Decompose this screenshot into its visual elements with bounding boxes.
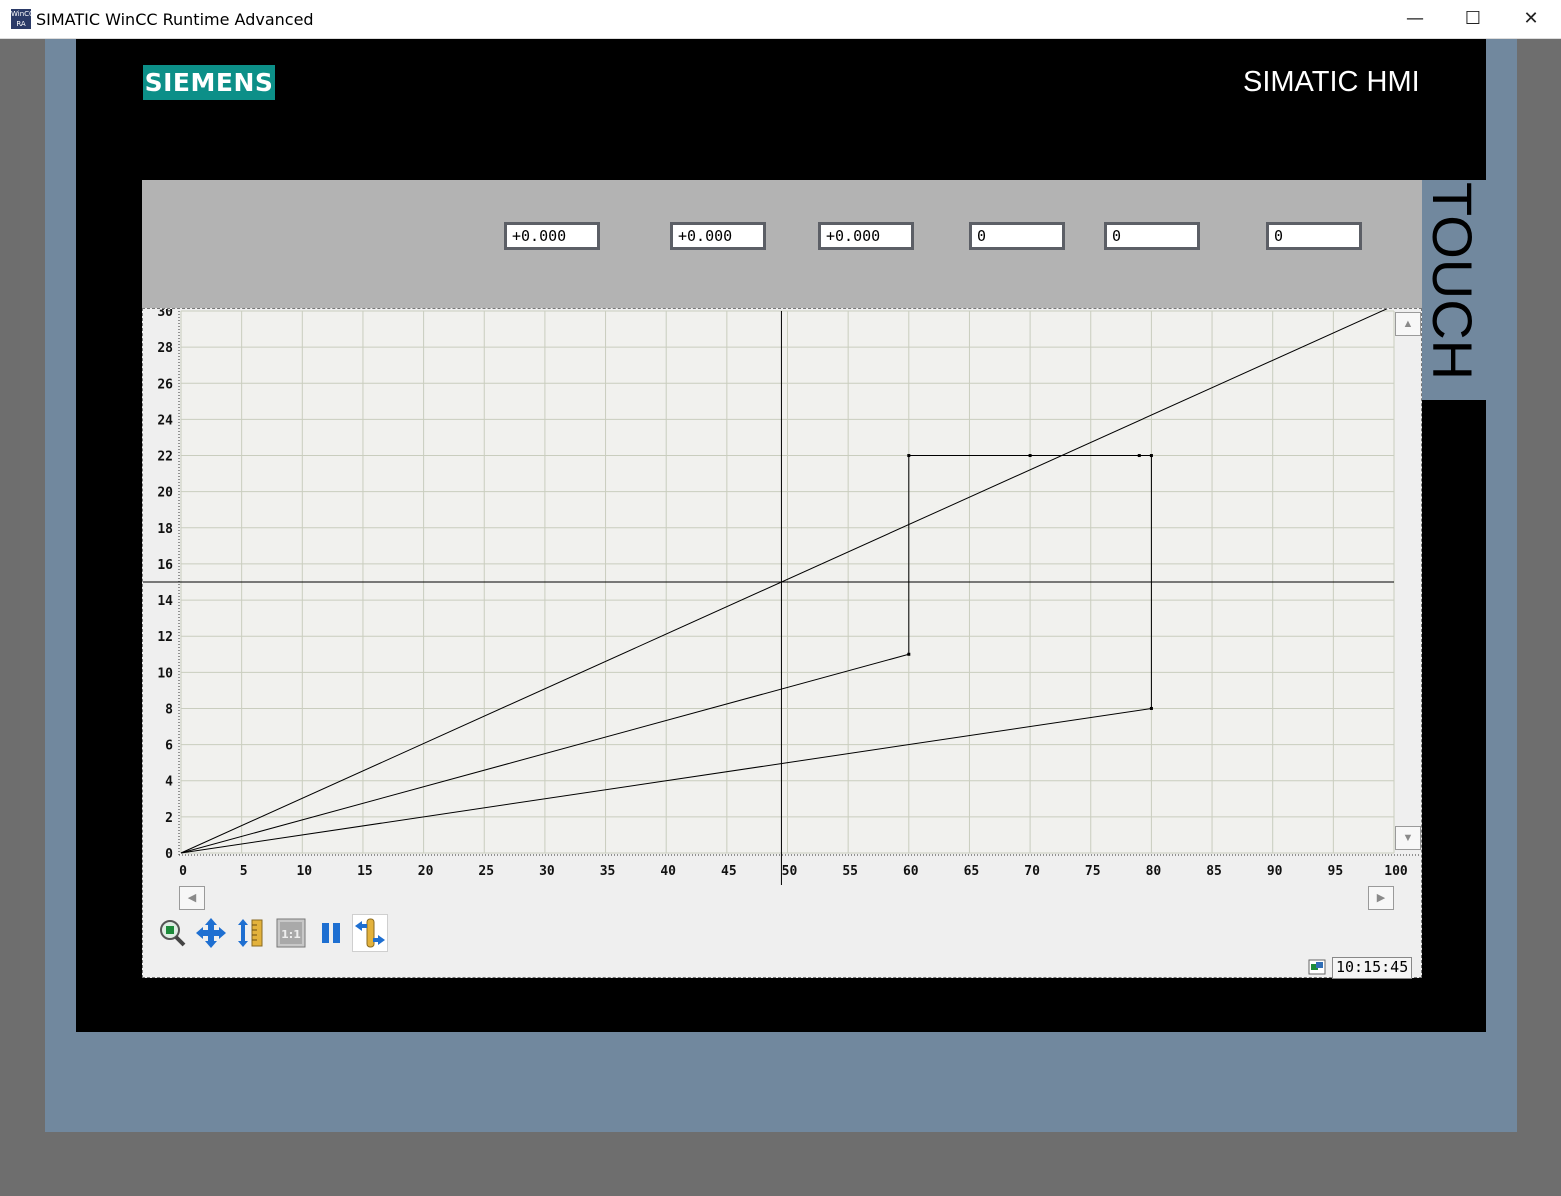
io-field-6[interactable]: 0 [1266, 222, 1362, 250]
trend-point-marker [1149, 706, 1153, 710]
y-tick-label: 0 [165, 847, 173, 862]
io-field-4[interactable]: 0 [969, 222, 1065, 250]
x-tick-label: 75 [1085, 864, 1101, 879]
zoom-icon[interactable] [154, 914, 190, 952]
x-tick-label: 70 [1024, 864, 1040, 879]
minimize-button[interactable]: — [1386, 0, 1444, 38]
x-tick-label: 50 [782, 864, 798, 879]
x-tick-label: 85 [1206, 864, 1222, 879]
x-tick-label: 45 [721, 864, 737, 879]
y-tick-label: 10 [157, 666, 173, 681]
io-field-1[interactable]: +0.000 [504, 222, 600, 250]
x-tick-label: 30 [539, 864, 555, 879]
x-tick-label: 55 [842, 864, 858, 879]
y-tick-label: 12 [157, 630, 173, 645]
trend-point-marker [907, 652, 911, 656]
x-tick-label: 20 [418, 864, 434, 879]
trend-point-marker [1028, 454, 1032, 458]
x-tick-label: 80 [1146, 864, 1162, 879]
scroll-left-button[interactable]: ◀ [179, 886, 205, 910]
close-button[interactable]: ✕ [1502, 0, 1560, 38]
y-tick-label: 28 [157, 341, 173, 356]
x-tick-label: 95 [1328, 864, 1344, 879]
y-tick-label: 2 [165, 811, 173, 826]
svg-text:1:1: 1:1 [281, 928, 301, 941]
x-tick-label: 40 [660, 864, 676, 879]
x-tick-label: 15 [357, 864, 373, 879]
io-field-3[interactable]: +0.000 [818, 222, 914, 250]
y-tick-label: 26 [157, 377, 173, 392]
product-label: SIMATIC HMI [1243, 66, 1420, 98]
y-tick-label: 30 [157, 309, 173, 320]
y-tick-label: 4 [165, 775, 173, 790]
y-tick-label: 6 [165, 739, 173, 754]
f-x-trend-view[interactable]: 0 5 10 15 20 25 30 35 40 45 50 55 60 65 70 75 80 85 90 95 10… [142, 308, 1422, 978]
pause-icon[interactable] [313, 914, 349, 952]
trend-chart: 0 5 10 15 20 25 30 35 40 45 50 55 60 65 70 75 80 85 90 95 10… [143, 309, 1421, 885]
x-tick-label: 10 [296, 864, 312, 879]
io-field-2[interactable]: +0.000 [670, 222, 766, 250]
y-tick-label: 18 [157, 522, 173, 537]
trend-point-marker [907, 454, 911, 458]
scroll-right-button[interactable]: ▶ [1368, 886, 1394, 910]
x-tick-label: 65 [964, 864, 980, 879]
scroll-down-button[interactable]: ▼ [1395, 826, 1421, 850]
x-tick-label: 5 [240, 864, 248, 879]
status-time: 10:15:45 [1332, 957, 1413, 979]
io-field-band: +0.000 +0.000 +0.000 0 0 0 [142, 180, 1422, 308]
x-tick-label: 100 [1384, 864, 1408, 879]
y-tick-label: 20 [157, 486, 173, 501]
x-tick-label: 25 [478, 864, 494, 879]
y-tick-label: 14 [157, 594, 173, 609]
window-titlebar: WinCC RA SIMATIC WinCC Runtime Advanced … [0, 0, 1561, 39]
scroll-up-button[interactable]: ▲ [1395, 312, 1421, 336]
y-tick-label: 24 [157, 413, 173, 428]
y-tick-label: 16 [157, 558, 173, 573]
y-tick-label: 22 [157, 450, 173, 465]
io-field-5[interactable]: 0 [1104, 222, 1200, 250]
x-tick-label: 0 [179, 864, 187, 879]
zoom-ruler-icon[interactable] [232, 914, 268, 952]
wincc-app-icon: WinCC RA [11, 9, 34, 29]
x-tick-label: 60 [903, 864, 919, 879]
trend-point-marker [1137, 454, 1141, 458]
x-tick-label: 35 [600, 864, 616, 879]
siemens-logo: SIEMENS [143, 65, 275, 100]
y-tick-label: 8 [165, 702, 173, 717]
maximize-button[interactable]: ☐ [1444, 0, 1502, 38]
hmi-screen: +0.000 +0.000 +0.000 0 0 0 0 5 10 15 20 25 30 3… [142, 180, 1422, 979]
ruler-move-icon[interactable] [352, 914, 388, 952]
pan-icon[interactable] [193, 914, 229, 952]
window-title: SIMATIC WinCC Runtime Advanced [36, 10, 314, 29]
touch-label: TOUCH [1421, 182, 1484, 381]
original-size-icon[interactable]: 1:1 [273, 914, 309, 952]
connection-status-icon [1308, 959, 1326, 975]
trend-point-marker [1149, 454, 1153, 458]
x-tick-label: 90 [1267, 864, 1283, 879]
desktop-left-edge [0, 39, 45, 1196]
